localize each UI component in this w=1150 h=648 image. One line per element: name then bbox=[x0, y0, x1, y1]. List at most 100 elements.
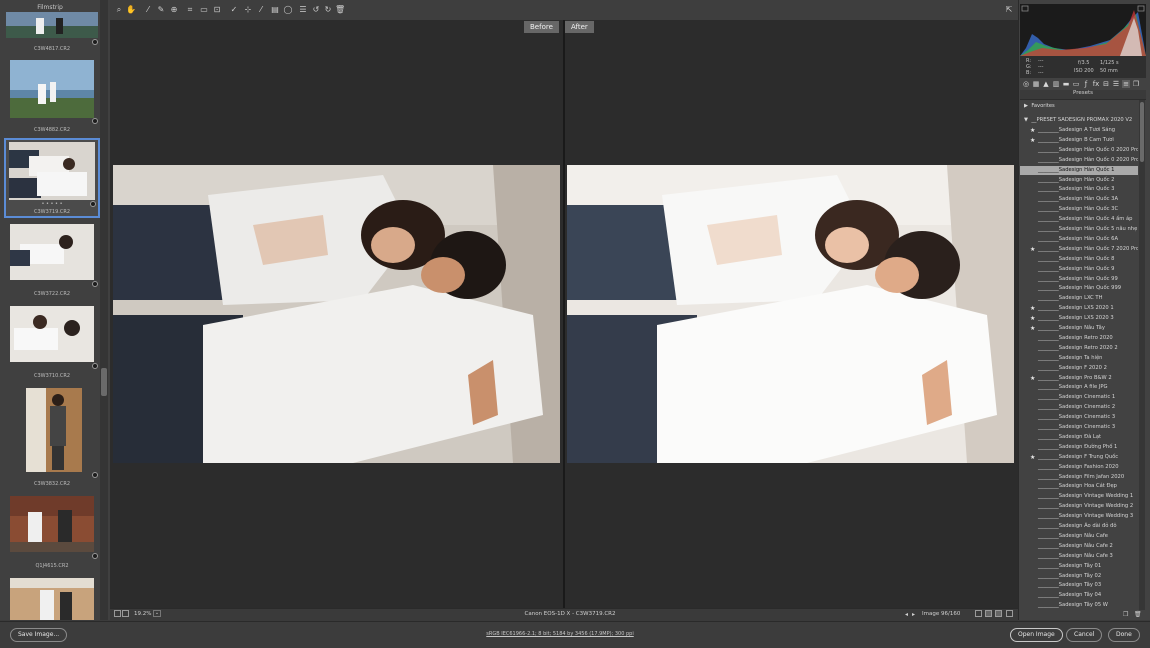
presets-tab-icon[interactable]: ≡ bbox=[1122, 80, 1130, 88]
preset-item[interactable]: ________Sadesign Vintage Wedding 1 bbox=[1020, 492, 1138, 502]
rating-stars[interactable]: • • • • • bbox=[6, 201, 98, 207]
favorite-star-icon[interactable]: ★ bbox=[1030, 453, 1036, 463]
preset-item[interactable]: ________Sadesign F 2020 2 bbox=[1020, 364, 1138, 374]
save-image-button[interactable]: Save Image... bbox=[10, 628, 68, 642]
preset-item[interactable]: ________Sadesign Tây 02 bbox=[1020, 572, 1138, 582]
preset-item[interactable]: ________Sadesign A file JPG bbox=[1020, 383, 1138, 393]
preset-item[interactable]: ________Sadesign Retro 2020 bbox=[1020, 334, 1138, 344]
fullscreen-icon[interactable]: ⇱ bbox=[1004, 5, 1014, 15]
filmstrip-item-selected[interactable]: • • • • • C3W3719.CR2 bbox=[4, 138, 100, 218]
collapse-arrow-icon[interactable]: ▼ bbox=[1024, 117, 1028, 123]
favorite-star-icon[interactable]: ★ bbox=[1030, 374, 1036, 384]
preset-item[interactable]: ★ ________Sadesign F Trung Quốc bbox=[1020, 453, 1138, 463]
camera-calibration-icon[interactable]: fx bbox=[1092, 80, 1100, 88]
preset-item[interactable]: ________Sadesign Cinematic 2 bbox=[1020, 403, 1138, 413]
preset-item[interactable]: ________Sadesign Đà Lạt bbox=[1020, 433, 1138, 443]
preset-item[interactable]: ________Sadesign Nâu Cafe 3 bbox=[1020, 552, 1138, 562]
filmstrip-item[interactable]: C3W3722.CR2 bbox=[6, 224, 98, 300]
presets-scrollbar[interactable] bbox=[1139, 100, 1145, 610]
rotate-right-icon[interactable]: ↻ bbox=[323, 5, 333, 15]
detail-icon[interactable]: ▲ bbox=[1042, 80, 1050, 88]
zoom-dropdown-chevron-icon[interactable]: ⌄ bbox=[153, 610, 161, 617]
preset-item[interactable]: ★ ________Sadesign Pro B&W 2 bbox=[1020, 374, 1138, 384]
preset-item[interactable]: ________Sadesign Vintage Wedding 3 bbox=[1020, 512, 1138, 522]
spot-removal-icon[interactable]: ✓ bbox=[229, 5, 239, 15]
open-image-button[interactable]: Open Image bbox=[1010, 628, 1063, 642]
favorite-star-icon[interactable]: ★ bbox=[1030, 245, 1036, 255]
preset-item[interactable]: ________Sadesign Áo dài đỏ đô bbox=[1020, 522, 1138, 532]
calibration-icon[interactable]: ⊟ bbox=[1102, 80, 1110, 88]
next-image-icon[interactable]: ▸ bbox=[912, 611, 915, 618]
favorite-star-icon[interactable]: ★ bbox=[1030, 126, 1036, 136]
preset-item[interactable]: ________Sadesign Hàn Quốc 5 nâu nhẹ bbox=[1020, 225, 1138, 235]
filmstrip-scrollbar[interactable] bbox=[100, 0, 108, 620]
crop-icon[interactable]: ⌗ bbox=[185, 5, 195, 15]
adjustment-brush-icon[interactable]: ⁄ bbox=[256, 5, 266, 15]
preset-item[interactable]: ________Sadesign Hàn Quốc 8 bbox=[1020, 255, 1138, 265]
zoom-level[interactable]: 19.2% bbox=[134, 611, 151, 617]
preset-item[interactable]: ________Sadesign Hoa Cát Đẹp bbox=[1020, 482, 1138, 492]
preset-item[interactable]: ________Sadesign Hàn Quốc 6A bbox=[1020, 235, 1138, 245]
expand-arrow-icon[interactable]: ▶ bbox=[1024, 103, 1028, 109]
new-preset-icon[interactable]: ❐ bbox=[1123, 611, 1128, 618]
favorites-group[interactable]: ▶ Favorites bbox=[1024, 103, 1055, 109]
favorite-star-icon[interactable]: ★ bbox=[1030, 304, 1036, 314]
favorite-star-icon[interactable]: ★ bbox=[1030, 136, 1036, 146]
filmstrip-item[interactable]: C3W3832.CR2 bbox=[6, 388, 98, 488]
preset-item[interactable]: ________Sadesign Hàn Quốc 3C bbox=[1020, 205, 1138, 215]
hand-icon[interactable]: ✋ bbox=[126, 5, 136, 15]
preset-item[interactable]: ________Sadesign Hàn Quốc 2 bbox=[1020, 176, 1138, 186]
preset-item[interactable]: ________Sadesign Hàn Quốc 3 bbox=[1020, 185, 1138, 195]
lens-corrections-icon[interactable]: ▭ bbox=[1072, 80, 1080, 88]
basic-panel-icon[interactable]: ◎ bbox=[1022, 80, 1030, 88]
filmstrip-scroll-thumb[interactable] bbox=[101, 368, 107, 396]
preset-item[interactable]: ________Sadesign LXC TH bbox=[1020, 294, 1138, 304]
preset-item[interactable]: ________Sadesign Nâu Cafe 2 bbox=[1020, 542, 1138, 552]
swap-settings-icon[interactable] bbox=[995, 610, 1002, 617]
preset-item[interactable]: ________Sadesign Hàn Quốc 0 2020 Pro bbox=[1020, 146, 1138, 156]
preset-item[interactable]: ________Sadesign Tây 04 bbox=[1020, 591, 1138, 601]
graduated-filter-icon[interactable]: ▤ bbox=[270, 5, 280, 15]
preset-item[interactable]: ________Sadesign Hàn Quốc 999 bbox=[1020, 284, 1138, 294]
preset-item[interactable]: ★ ________Sadesign Nâu Tây bbox=[1020, 324, 1138, 334]
preset-group[interactable]: ▼ __PRESET SADESIGN PROMAX 2020 V2 bbox=[1024, 117, 1132, 123]
preset-item[interactable]: ________Sadesign Hàn Quốc 3A bbox=[1020, 195, 1138, 205]
preset-item[interactable]: ________Sadesign Cinematic 1 bbox=[1020, 393, 1138, 403]
preset-item[interactable]: ★ ________Sadesign LXS 2020 1 bbox=[1020, 304, 1138, 314]
done-button[interactable]: Done bbox=[1108, 628, 1140, 642]
filmstrip-item[interactable]: C3W4817.CR2 bbox=[6, 12, 98, 57]
tone-curve-icon[interactable]: ▦ bbox=[1032, 80, 1040, 88]
effects-icon[interactable]: ƒ bbox=[1082, 80, 1090, 88]
preset-item[interactable]: ________Sadesign Tây 03 bbox=[1020, 581, 1138, 591]
preview-preferences-icon[interactable] bbox=[1006, 610, 1013, 617]
color-sampler-icon[interactable]: ✎ bbox=[156, 5, 166, 15]
zoom-icon[interactable]: ⌕ bbox=[114, 5, 124, 15]
preset-item[interactable]: ★ ________Sadesign LXS 2020 3 bbox=[1020, 314, 1138, 324]
preset-item[interactable]: ________Sadesign Tây 01 bbox=[1020, 562, 1138, 572]
target-adjust-icon[interactable]: ⊕ bbox=[169, 5, 179, 15]
preset-item[interactable]: ★ ________Sadesign A Tươi Sáng bbox=[1020, 126, 1138, 136]
view-cycle-icon[interactable] bbox=[975, 610, 982, 617]
zoom-out-button[interactable] bbox=[114, 610, 121, 617]
zoom-in-button[interactable] bbox=[122, 610, 129, 617]
preset-item[interactable]: ________Sadesign Hàn Quốc 4 ấm áp bbox=[1020, 215, 1138, 225]
preset-item[interactable]: ________Sadesign Film Jafan 2020 bbox=[1020, 473, 1138, 483]
hsl-icon[interactable]: ▥ bbox=[1052, 80, 1060, 88]
transform-icon[interactable]: ⊡ bbox=[212, 5, 222, 15]
cancel-button[interactable]: Cancel bbox=[1066, 628, 1103, 642]
radial-filter-icon[interactable]: ◯ bbox=[283, 5, 293, 15]
presets-scroll-thumb[interactable] bbox=[1140, 102, 1144, 162]
preset-item[interactable]: ________Sadesign Nâu Cafe bbox=[1020, 532, 1138, 542]
preset-item[interactable]: ________Sadesign Cinematic 3 bbox=[1020, 413, 1138, 423]
delete-preset-icon[interactable]: 🗑 bbox=[1134, 611, 1142, 618]
preset-item[interactable]: ________Sadesign Hàn Quốc 1 bbox=[1020, 165, 1138, 176]
preset-item[interactable]: ________Sadesign Đường Phố 1 bbox=[1020, 443, 1138, 453]
preset-item[interactable]: ★ ________Sadesign B Cam Tươi bbox=[1020, 136, 1138, 146]
rotate-left-icon[interactable]: ↺ bbox=[311, 5, 321, 15]
filmstrip-item[interactable]: Q1J4615.CR2 bbox=[6, 496, 98, 572]
white-balance-icon[interactable]: ⁄ bbox=[143, 5, 153, 15]
preset-item[interactable]: ________Sadesign Ta hiện bbox=[1020, 354, 1138, 364]
preset-item[interactable]: ________Sadesign Cinematic 3 bbox=[1020, 423, 1138, 433]
split-toning-icon[interactable]: ▬ bbox=[1062, 80, 1070, 88]
preset-item[interactable]: ________Sadesign Hàn Quốc 99 bbox=[1020, 275, 1138, 285]
